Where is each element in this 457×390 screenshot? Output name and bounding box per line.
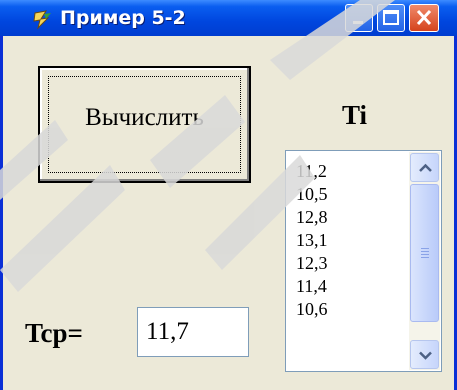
list-item[interactable]: 12,3 xyxy=(296,252,328,275)
list-item[interactable]: 11,2 xyxy=(296,160,328,183)
listbox-scrollbar[interactable] xyxy=(409,152,440,370)
minimize-icon xyxy=(353,21,363,24)
thumb-grip xyxy=(421,257,429,258)
maximize-button[interactable] xyxy=(377,4,405,32)
minimize-button[interactable] xyxy=(345,4,373,32)
calculate-button[interactable]: Вычислить xyxy=(38,66,251,183)
window-title: Пример 5-2 xyxy=(60,7,186,29)
scroll-down-button[interactable] xyxy=(410,340,439,369)
tcp-result-field[interactable]: 11,7 xyxy=(137,307,249,357)
maximize-icon xyxy=(383,10,399,25)
thumb-grip xyxy=(421,254,429,255)
delphi-app-icon xyxy=(33,10,51,30)
thumb-grip xyxy=(421,248,429,249)
scroll-thumb[interactable] xyxy=(410,184,439,322)
list-item[interactable]: 10,5 xyxy=(296,183,328,206)
list-item[interactable]: 11,4 xyxy=(296,275,328,298)
app-window: Пример 5-2 Вычислить Ti 11,2 10,5 12,8 13,1… xyxy=(0,0,457,390)
ti-label: Ti xyxy=(342,100,368,130)
scroll-up-button[interactable] xyxy=(410,153,439,182)
thumb-grip xyxy=(421,251,429,252)
listbox-items: 11,2 10,5 12,8 13,1 12,3 11,4 10,6 xyxy=(296,160,328,321)
close-icon xyxy=(416,9,432,26)
chevron-up-icon xyxy=(419,163,432,172)
calculate-button-label: Вычислить xyxy=(85,104,204,131)
list-item[interactable]: 10,6 xyxy=(296,298,328,321)
list-item[interactable]: 13,1 xyxy=(296,229,328,252)
ti-listbox[interactable]: 11,2 10,5 12,8 13,1 12,3 11,4 10,6 xyxy=(285,150,442,372)
tcp-label: Tcp= xyxy=(25,318,83,348)
title-bar[interactable]: Пример 5-2 xyxy=(0,0,457,36)
chevron-down-icon xyxy=(419,351,432,360)
list-item[interactable]: 12,8 xyxy=(296,206,328,229)
close-button[interactable] xyxy=(409,4,439,32)
